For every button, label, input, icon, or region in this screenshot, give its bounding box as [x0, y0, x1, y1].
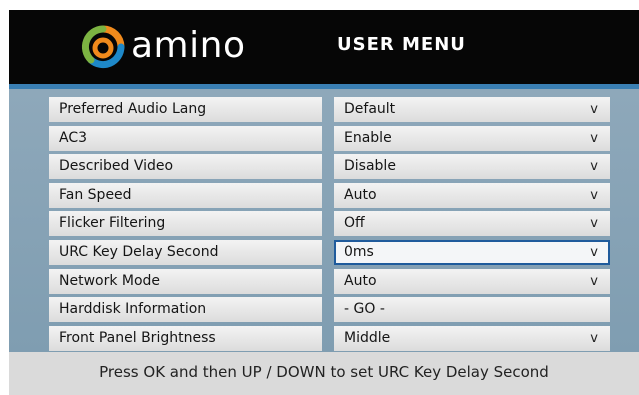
dropdown-arrow-icon: v	[590, 130, 598, 146]
setting-label[interactable]: Network Mode	[49, 268, 322, 294]
dropdown-arrow-icon: v	[590, 330, 598, 346]
setting-value-dropdown[interactable]: Off v	[334, 211, 610, 237]
setting-value-dropdown[interactable]: Disable v	[334, 154, 610, 180]
setting-label[interactable]: URC Key Delay Second	[49, 239, 322, 265]
dropdown-arrow-icon: v	[590, 216, 598, 232]
dropdown-arrow-icon: v	[590, 244, 598, 260]
dropdown-arrow-icon: v	[590, 159, 598, 175]
setting-value-dropdown[interactable]: 0ms v	[334, 239, 610, 265]
setting-value-dropdown[interactable]: Auto v	[334, 268, 610, 294]
setting-label[interactable]: Flicker Filtering	[49, 211, 322, 237]
setting-value-text: Auto	[344, 186, 377, 203]
setting-value-text: Default	[344, 101, 396, 117]
amino-logo-icon	[81, 25, 125, 69]
setting-label[interactable]: Described Video	[49, 154, 322, 180]
hint-text: Press OK and then UP / DOWN to set URC K…	[99, 363, 549, 381]
setting-value-dropdown[interactable]: Auto v	[334, 182, 610, 208]
header-bar: amino USER MENU	[9, 10, 639, 84]
setting-label[interactable]: Front Panel Brightness	[49, 325, 322, 351]
setting-row: Network Mode Auto v	[49, 268, 610, 298]
setting-row: URC Key Delay Second 0ms v	[49, 239, 610, 269]
setting-row: Described Video Disable v	[49, 154, 610, 183]
settings-list: Preferred Audio Lang Default v AC3 Enable v De…	[49, 97, 610, 354]
setting-value-dropdown[interactable]: - GO -	[334, 297, 610, 323]
setting-value-text: Disable	[344, 158, 396, 175]
setting-value-text: Auto	[344, 272, 377, 289]
tv-screen: amino USER MENU Preferred Audio Lang Defa…	[9, 10, 639, 395]
setting-label[interactable]: Preferred Audio Lang	[49, 97, 322, 122]
setting-row: Flicker Filtering Off v	[49, 211, 610, 240]
footer-bar: Press OK and then UP / DOWN to set URC K…	[9, 352, 639, 395]
setting-value-text: Enable	[344, 129, 392, 146]
dropdown-arrow-icon: v	[590, 273, 598, 289]
setting-label[interactable]: Harddisk Information	[49, 297, 322, 323]
menu-title: USER MENU	[337, 34, 466, 55]
logo-text: amino	[131, 25, 246, 66]
setting-value-dropdown[interactable]: Default v	[334, 97, 610, 122]
setting-row: Fan Speed Auto v	[49, 182, 610, 212]
setting-value-dropdown[interactable]: Enable v	[334, 125, 610, 151]
setting-row: Harddisk Information - GO -	[49, 297, 610, 326]
setting-row: AC3 Enable v	[49, 125, 610, 155]
setting-row: Preferred Audio Lang Default v	[49, 97, 610, 126]
settings-panel: Preferred Audio Lang Default v AC3 Enable v De…	[9, 89, 639, 352]
setting-value-text: 0ms	[344, 243, 374, 260]
setting-row: Front Panel Brightness Middle v	[49, 325, 610, 355]
dropdown-arrow-icon: v	[590, 187, 598, 203]
setting-value-text: Off	[344, 215, 365, 232]
setting-value-text: Middle	[344, 329, 391, 346]
setting-value-dropdown[interactable]: Middle v	[334, 325, 610, 351]
dropdown-arrow-icon: v	[590, 102, 598, 117]
setting-label[interactable]: AC3	[49, 125, 322, 151]
setting-value-text: - GO -	[344, 301, 385, 318]
setting-label[interactable]: Fan Speed	[49, 182, 322, 208]
